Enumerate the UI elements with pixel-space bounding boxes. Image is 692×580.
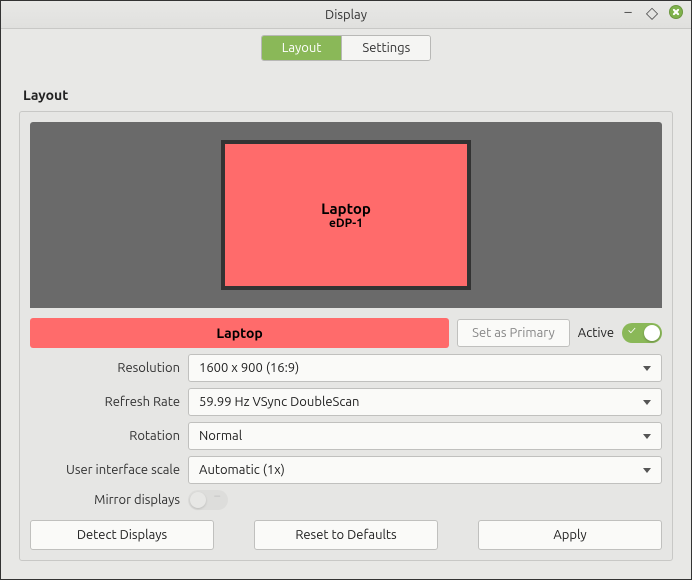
minimize-icon[interactable]: − bbox=[621, 5, 635, 19]
maximize-icon[interactable]: ◇ bbox=[645, 5, 659, 19]
detect-displays-button[interactable]: Detect Displays bbox=[30, 520, 214, 550]
chevron-down-icon bbox=[643, 400, 651, 405]
chevron-down-icon bbox=[643, 366, 651, 371]
titlebar: Display − ◇ bbox=[1, 1, 691, 29]
display-canvas[interactable]: Laptop eDP-1 bbox=[30, 122, 662, 308]
chevron-down-icon bbox=[643, 434, 651, 439]
chevron-down-icon bbox=[643, 468, 651, 473]
display-preview-name: Laptop bbox=[321, 200, 371, 217]
mirror-toggle bbox=[188, 490, 228, 510]
refresh-label: Refresh Rate bbox=[30, 395, 180, 409]
reset-to-defaults-button[interactable]: Reset to Defaults bbox=[254, 520, 438, 550]
display-preview-port: eDP-1 bbox=[329, 217, 363, 230]
mirror-label: Mirror displays bbox=[30, 493, 180, 507]
close-icon[interactable] bbox=[669, 5, 683, 19]
rotation-row: Rotation Normal bbox=[30, 422, 662, 450]
display-settings-window: Display − ◇ Layout Settings Layout Lapto… bbox=[0, 0, 692, 580]
rotation-value: Normal bbox=[199, 429, 242, 443]
content-area: Layout Laptop eDP-1 Laptop Set as Primar… bbox=[1, 71, 691, 579]
window-title: Display bbox=[325, 8, 367, 22]
layout-group: Laptop eDP-1 Laptop Set as Primary Activ… bbox=[19, 111, 673, 561]
refresh-rate-select[interactable]: 59.99 Hz VSync DoubleScan bbox=[188, 388, 662, 416]
refresh-row: Refresh Rate 59.99 Hz VSync DoubleScan bbox=[30, 388, 662, 416]
window-controls: − ◇ bbox=[621, 5, 683, 19]
refresh-value: 59.99 Hz VSync DoubleScan bbox=[199, 395, 359, 409]
resolution-select[interactable]: 1600 x 900 (16:9) bbox=[188, 354, 662, 382]
selected-display-pill[interactable]: Laptop bbox=[30, 318, 449, 348]
resolution-label: Resolution bbox=[30, 361, 180, 375]
mirror-row: Mirror displays bbox=[30, 490, 662, 510]
rotation-select[interactable]: Normal bbox=[188, 422, 662, 450]
set-as-primary-button[interactable]: Set as Primary bbox=[457, 319, 570, 347]
active-toggle[interactable] bbox=[622, 323, 662, 343]
display-preview-laptop[interactable]: Laptop eDP-1 bbox=[221, 140, 471, 290]
tabbar: Layout Settings bbox=[1, 29, 691, 71]
group-title: Layout bbox=[23, 87, 673, 103]
uiscale-label: User interface scale bbox=[30, 463, 180, 477]
uiscale-value: Automatic (1x) bbox=[199, 463, 285, 477]
rotation-label: Rotation bbox=[30, 429, 180, 443]
resolution-value: 1600 x 900 (16:9) bbox=[199, 361, 299, 375]
tab-group: Layout Settings bbox=[261, 35, 432, 61]
tab-layout[interactable]: Layout bbox=[262, 36, 342, 60]
ui-scale-select[interactable]: Automatic (1x) bbox=[188, 456, 662, 484]
display-selector-row: Laptop Set as Primary Active bbox=[30, 318, 662, 348]
apply-button[interactable]: Apply bbox=[478, 520, 662, 550]
uiscale-row: User interface scale Automatic (1x) bbox=[30, 456, 662, 484]
tab-settings[interactable]: Settings bbox=[341, 36, 430, 60]
active-label: Active bbox=[578, 326, 614, 340]
resolution-row: Resolution 1600 x 900 (16:9) bbox=[30, 354, 662, 382]
action-buttons-row: Detect Displays Reset to Defaults Apply bbox=[30, 520, 662, 550]
